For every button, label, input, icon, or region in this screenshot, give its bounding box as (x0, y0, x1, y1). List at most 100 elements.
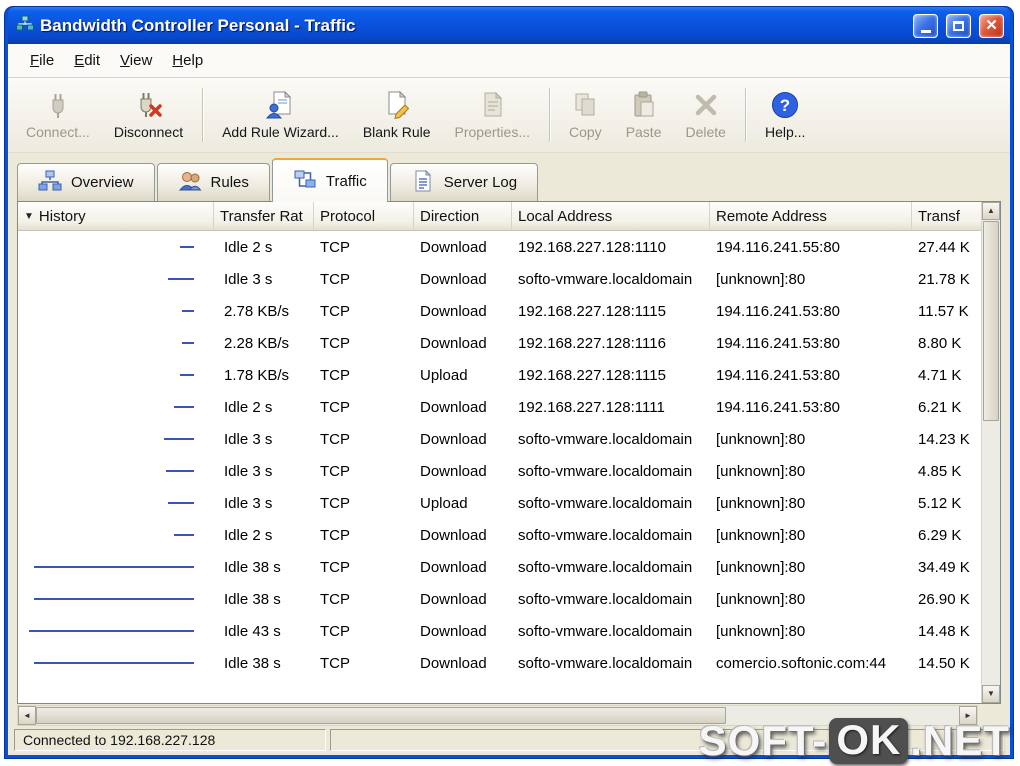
history-sparkline (174, 406, 194, 408)
menu-view[interactable]: View (110, 45, 162, 76)
menu-edit[interactable]: Edit (64, 45, 110, 76)
table-row[interactable]: 2.28 KB/s TCP Download 192.168.227.128:1… (18, 327, 981, 359)
table-row[interactable]: Idle 3 s TCP Download softo-vmware.local… (18, 263, 981, 295)
tabstrip: Overview Rules Traffic Server Log (17, 153, 1001, 202)
table-row[interactable]: Idle 38 s TCP Download softo-vmware.loca… (18, 583, 981, 615)
vertical-scrollbar-track[interactable] (982, 422, 1000, 685)
properties-button: Properties... (443, 86, 542, 144)
protocol-cell: TCP (320, 462, 350, 480)
connection-status: Connected to 192.168.227.128 (14, 729, 326, 751)
direction-cell: Download (420, 334, 487, 352)
table-row[interactable]: Idle 3 s TCP Upload softo-vmware.localdo… (18, 487, 981, 519)
traffic-table: ▼ History Transfer Rat Protocol Direction… (18, 202, 981, 703)
tab-rules[interactable]: Rules (156, 163, 270, 201)
menu-help[interactable]: Help (162, 45, 213, 76)
local-address-cell: 192.168.227.128:1115 (518, 302, 666, 320)
transferred-cell: 11.57 K (918, 302, 969, 320)
horizontal-scrollbar-track[interactable] (726, 706, 959, 725)
direction-cell: Download (420, 270, 487, 288)
history-cell (18, 246, 214, 248)
paste-icon (628, 90, 660, 120)
column-header[interactable]: Remote Address (710, 202, 912, 230)
protocol-cell: TCP (320, 270, 350, 288)
protocol-cell: TCP (320, 622, 350, 640)
transferred-cell: 6.21 K (918, 398, 962, 416)
table-row[interactable]: 1.78 KB/s TCP Upload 192.168.227.128:111… (18, 359, 981, 391)
window-title: Bandwidth Controller Personal - Traffic (40, 15, 356, 35)
disconnect-button[interactable]: Disconnect (102, 86, 195, 144)
history-cell (18, 374, 214, 376)
column-header[interactable]: ▼ History (18, 202, 214, 230)
app-icon[interactable] (16, 15, 34, 36)
table-row[interactable]: 2.78 KB/s TCP Download 192.168.227.128:1… (18, 295, 981, 327)
maximize-button[interactable] (946, 13, 971, 38)
direction-cell: Download (420, 430, 487, 448)
tab-label: Server Log (443, 174, 518, 191)
remote-address-cell: [unknown]:80 (716, 462, 806, 480)
transfer-rate-cell: Idle 2 s (224, 238, 273, 256)
column-header[interactable]: Direction (414, 202, 512, 230)
protocol-cell: TCP (320, 654, 350, 672)
scroll-right-button[interactable]: ► (959, 706, 977, 725)
tab-server-log[interactable]: Server Log (389, 163, 539, 201)
history-sparkline (34, 662, 194, 664)
table-row[interactable]: Idle 43 s TCP Download softo-vmware.loca… (18, 615, 981, 647)
transfer-rate-cell: Idle 3 s (224, 430, 273, 448)
scroll-left-button[interactable]: ◄ (18, 706, 36, 725)
transferred-cell: 26.90 K (918, 590, 970, 608)
history-sparkline (164, 438, 194, 440)
transferred-cell: 34.49 K (918, 558, 970, 576)
table-header: ▼ History Transfer Rat Protocol Direction… (18, 202, 981, 231)
table-row[interactable]: Idle 3 s TCP Download softo-vmware.local… (18, 455, 981, 487)
vertical-scrollbar-thumb[interactable] (983, 221, 999, 421)
column-label: Remote Address (716, 207, 827, 225)
column-label: History (38, 207, 86, 225)
titlebar[interactable]: Bandwidth Controller Personal - Traffic … (8, 7, 1010, 44)
history-cell (18, 438, 214, 440)
direction-cell: Download (420, 462, 487, 480)
column-header[interactable]: Transfer Rat (214, 202, 314, 230)
protocol-cell: TCP (320, 494, 350, 512)
transferred-cell: 14.50 K (918, 654, 970, 672)
table-row[interactable]: Idle 2 s TCP Download 192.168.227.128:11… (18, 231, 981, 263)
help-button[interactable]: ? Help... (753, 86, 817, 144)
close-icon: ✕ (985, 17, 998, 34)
local-address-cell: softo-vmware.localdomain (518, 270, 693, 288)
blank-rule-button[interactable]: Blank Rule (351, 86, 443, 144)
column-header[interactable]: Transf (912, 202, 981, 230)
table-row[interactable]: Idle 3 s TCP Download softo-vmware.local… (18, 423, 981, 455)
remote-address-cell: [unknown]:80 (716, 526, 806, 544)
scroll-down-button[interactable]: ▼ (982, 685, 1000, 703)
transferred-cell: 14.23 K (918, 430, 970, 448)
history-sparkline (180, 374, 194, 376)
server-log-icon (411, 169, 435, 196)
column-header[interactable]: Local Address (512, 202, 710, 230)
minimize-button[interactable] (913, 13, 938, 38)
remote-address-cell: comercio.softonic.com:44 (716, 654, 887, 672)
table-row[interactable]: Idle 38 s TCP Download softo-vmware.loca… (18, 551, 981, 583)
column-header[interactable]: Protocol (314, 202, 414, 230)
sort-descending-icon: ▼ (24, 210, 34, 222)
scroll-up-button[interactable]: ▲ (982, 202, 1000, 220)
tab-overview[interactable]: Overview (17, 163, 155, 201)
direction-cell: Download (420, 398, 487, 416)
horizontal-scrollbar-thumb[interactable] (36, 707, 727, 724)
transfer-rate-cell: Idle 3 s (224, 462, 273, 480)
content-area: Overview Rules Traffic Server Log ▼ Hist… (8, 153, 1010, 726)
horizontal-scrollbar[interactable]: ◄ ► (17, 705, 978, 726)
table-row[interactable]: Idle 38 s TCP Download softo-vmware.loca… (18, 647, 981, 679)
table-row[interactable]: Idle 2 s TCP Download 192.168.227.128:11… (18, 391, 981, 423)
vertical-scrollbar[interactable]: ▲ ▼ (981, 202, 1000, 703)
protocol-cell: TCP (320, 366, 350, 384)
remote-address-cell: 194.116.241.55:80 (716, 238, 841, 256)
history-sparkline (174, 534, 194, 536)
table-row[interactable]: Idle 2 s TCP Download softo-vmware.local… (18, 519, 981, 551)
transfer-rate-cell: Idle 2 s (224, 526, 273, 544)
menu-file[interactable]: File (20, 45, 64, 76)
add-rule-wizard-button[interactable]: Add Rule Wizard... (210, 86, 351, 144)
transfer-rate-cell: 2.78 KB/s (224, 302, 290, 320)
tab-label: Traffic (325, 172, 367, 190)
tab-traffic[interactable]: Traffic (271, 158, 388, 202)
arrow-left-icon: ◄ (23, 711, 31, 720)
close-button[interactable]: ✕ (979, 13, 1004, 38)
